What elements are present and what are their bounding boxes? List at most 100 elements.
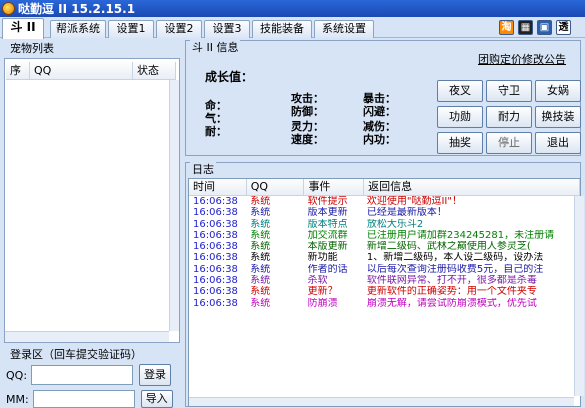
- log-cell-event: 本版更新: [307, 241, 348, 253]
- tab-dou2[interactable]: 斗 II: [2, 18, 44, 39]
- log-col-time[interactable]: 时间: [189, 179, 247, 195]
- tab-system-settings[interactable]: 系统设置: [314, 20, 374, 38]
- log-cell-time: 16:06:38: [193, 241, 238, 253]
- login-qq-row: QQ: 登录: [6, 364, 172, 386]
- pet-col-qq[interactable]: QQ: [30, 62, 133, 79]
- stat-inner-power: 内功：: [363, 133, 396, 146]
- log-cell-message: 已经是最新版本！: [366, 207, 447, 219]
- lottery-button[interactable]: 抽奖: [437, 132, 483, 154]
- log-cell-qq: 系统: [250, 241, 271, 253]
- stat-endurance: 耐：: [205, 125, 227, 138]
- log-cell-qq: 系统: [250, 196, 271, 207]
- pet-list-header: 序 QQ 状态: [6, 62, 176, 80]
- pet-col-status[interactable]: 状态: [133, 62, 176, 79]
- pet-list[interactable]: [4, 58, 180, 343]
- log-row[interactable]: 16:06:38 系统 版本更新 已经是最新版本！: [189, 207, 580, 218]
- password-input[interactable]: [32, 390, 135, 408]
- log-col-message[interactable]: 返回信息: [364, 179, 580, 195]
- tab-skill-equipment[interactable]: 技能装备: [252, 20, 312, 38]
- log-cell-qq: 系统: [250, 286, 271, 298]
- taobao-icon[interactable]: 淘: [499, 20, 514, 35]
- log-row[interactable]: 16:06:38 系统 防崩溃 崩溃无解，请尝试防崩溃模式，优先试: [189, 298, 580, 309]
- pet-list-hscrollbar[interactable]: [5, 331, 169, 342]
- yaksha-button[interactable]: 夜叉: [437, 80, 483, 102]
- log-row[interactable]: 16:06:38 系统 版本特点 放松大乐斗2: [189, 219, 580, 230]
- info-title: 斗 II 信息: [190, 39, 241, 55]
- log-cell-time: 16:06:38: [193, 196, 238, 207]
- log-row[interactable]: 16:06:38 系统 更新？ 更新软件的正确姿势：用一个文件夹专: [189, 286, 580, 297]
- tab-settings-1[interactable]: 设置1: [108, 20, 154, 38]
- stop-button[interactable]: 停止: [486, 132, 532, 154]
- log-col-qq[interactable]: QQ: [246, 179, 305, 195]
- log-cell-event: 版本特点: [307, 218, 348, 230]
- action-buttons: 夜叉 守卫 女娲 功勋 耐力 换技装 抽奖 停止 退出: [437, 80, 581, 154]
- log-rows: 16:06:38 系统 软件提示 欢迎使用"哒勤逗II"！ 16:06:38 系统 版本更新…: [189, 196, 580, 309]
- login-button[interactable]: 登录: [139, 364, 172, 386]
- login-pass-row: MM: 导入: [6, 390, 173, 408]
- log-cell-time: 16:06:38: [193, 229, 238, 241]
- exit-button[interactable]: 退出: [535, 132, 581, 154]
- log-cell-message: 软件联网异常、打不开，很多都是杀毒: [366, 275, 537, 287]
- log-row[interactable]: 16:06:38 系统 新功能 1、新增二级码，本人设二级码，设办法: [189, 252, 580, 263]
- stat-defense: 防御：: [291, 105, 324, 118]
- image-icon[interactable]: ▣: [537, 20, 552, 35]
- log-row[interactable]: 16:06:38 系统 本版更新 新增二级码、武林之巅使用人参灵芝(: [189, 241, 580, 252]
- pet-list-title: 宠物列表: [8, 40, 56, 56]
- log-cell-event: 杀软: [307, 275, 328, 287]
- announcement-link[interactable]: 团购定价修改公告: [478, 51, 566, 67]
- log-cell-time: 16:06:38: [193, 207, 238, 219]
- log-cell-message: 1、新增二级码，本人设二级码，设办法: [366, 252, 544, 264]
- qq-input[interactable]: [31, 365, 134, 385]
- log-cell-qq: 系统: [250, 275, 271, 287]
- pet-col-index[interactable]: 序: [6, 62, 30, 79]
- log-cell-time: 16:06:38: [193, 286, 238, 298]
- log-scrollbar[interactable]: [574, 196, 584, 396]
- growth-label: 成长值：: [205, 70, 254, 84]
- log-cell-qq: 系统: [250, 263, 271, 275]
- log-row[interactable]: 16:06:38 系统 软件提示 欢迎使用"哒勤逗II"！: [189, 196, 580, 207]
- log-cell-qq: 系统: [250, 218, 271, 230]
- log-hscrollbar[interactable]: [189, 397, 574, 406]
- window-title: 哒勤逗 II 15.2.15.1: [18, 2, 136, 16]
- log-cell-message: 已注册用户请加群234245281，未注册请: [366, 229, 555, 241]
- log-row[interactable]: 16:06:38 系统 加交流群 已注册用户请加群234245281，未注册请: [189, 230, 580, 241]
- stat-speed: 速度：: [291, 133, 324, 146]
- guard-button[interactable]: 守卫: [486, 80, 532, 102]
- log-cell-message: 新增二级码、武林之巅使用人参灵芝(: [366, 241, 531, 253]
- merit-button[interactable]: 功勋: [437, 106, 483, 128]
- log-cell-message: 崩溃无解，请尝试防崩溃模式，优先试: [366, 297, 537, 309]
- log-cell-event: 加交流群: [307, 229, 348, 241]
- log-header: 时间 QQ 事件 返回信息: [189, 179, 580, 196]
- log-cell-message: 更新软件的正确姿势：用一个文件夹专: [366, 286, 537, 298]
- log-row[interactable]: 16:06:38 系统 作者的话 以后每次查询注册码收费5元，自己的注: [189, 264, 580, 275]
- tab-guild-system[interactable]: 帮派系统: [50, 20, 106, 38]
- film-icon[interactable]: ▦: [518, 20, 533, 35]
- qq-label: QQ:: [6, 368, 28, 382]
- log-cell-event: 新功能: [307, 252, 338, 264]
- stamina-button[interactable]: 耐力: [486, 106, 532, 128]
- log-col-event[interactable]: 事件: [304, 179, 365, 195]
- transparency-icon[interactable]: 透: [556, 20, 571, 35]
- title-bar: 哒勤逗 II 15.2.15.1: [0, 0, 585, 17]
- log-cell-time: 16:06:38: [193, 297, 238, 309]
- password-label: MM:: [6, 392, 29, 406]
- pet-list-scrollbar[interactable]: [169, 80, 179, 331]
- tab-settings-3[interactable]: 设置3: [204, 20, 250, 38]
- log-cell-time: 16:06:38: [193, 275, 238, 287]
- log-cell-time: 16:06:38: [193, 263, 238, 275]
- tab-settings-2[interactable]: 设置2: [156, 20, 202, 38]
- log-row[interactable]: 16:06:38 系统 杀软 软件联网异常、打不开，很多都是杀毒: [189, 275, 580, 286]
- login-title: 登录区（回车提交验证码）: [8, 346, 144, 362]
- log-cell-qq: 系统: [250, 207, 271, 219]
- log-title: 日志: [190, 161, 216, 177]
- log-cell-event: 软件提示: [307, 196, 348, 207]
- log-cell-message: 欢迎使用"哒勤逗II"！: [366, 196, 462, 207]
- log-cell-qq: 系统: [250, 252, 271, 264]
- swap-skill-equip-button[interactable]: 换技装: [535, 106, 581, 128]
- log-cell-time: 16:06:38: [193, 252, 238, 264]
- log-cell-message: 以后每次查询注册码收费5元，自己的注: [366, 263, 544, 275]
- log-table[interactable]: 时间 QQ 事件 返回信息 16:06:38 系统 软件提示 欢迎使用"哒勤逗II"！…: [188, 178, 581, 407]
- import-button[interactable]: 导入: [140, 390, 173, 408]
- nuwa-button[interactable]: 女娲: [535, 80, 581, 102]
- stat-dodge: 闪避：: [363, 105, 396, 118]
